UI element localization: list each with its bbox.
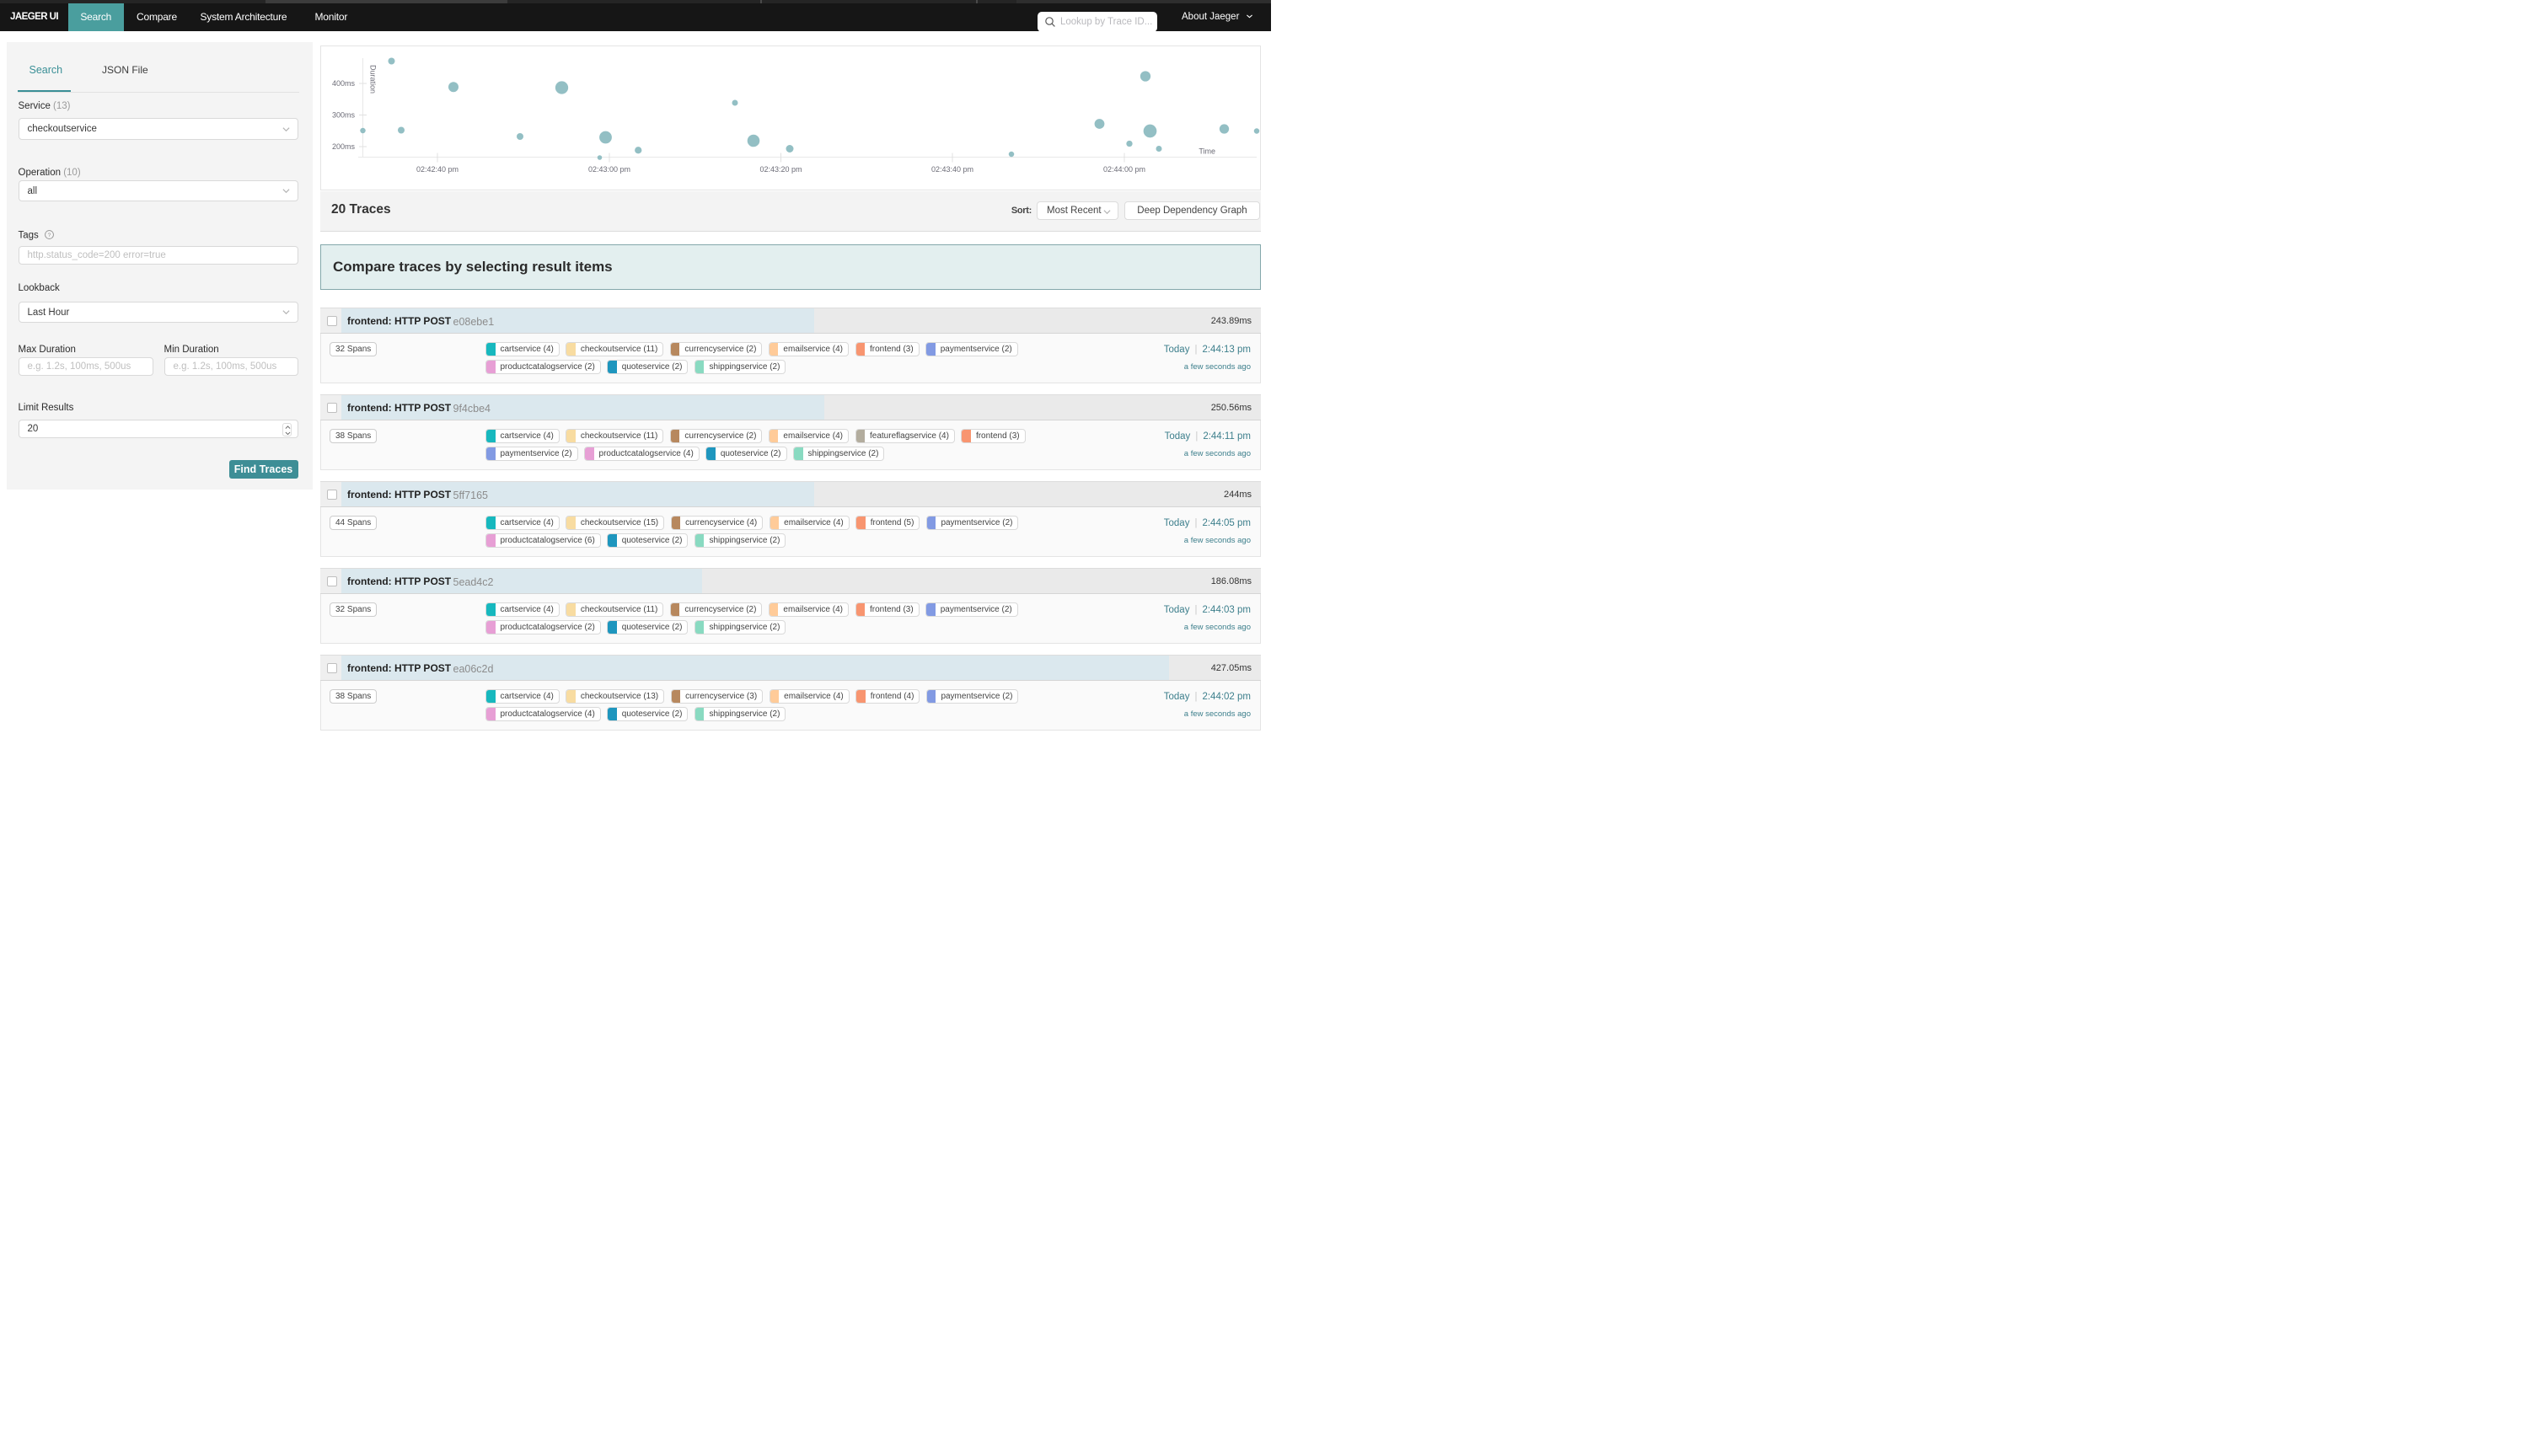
svg-text:?: ? [48, 233, 51, 238]
svg-text:Duration: Duration [369, 65, 378, 94]
svg-text:02:43:00 pm: 02:43:00 pm [588, 165, 630, 174]
svg-text:400ms: 400ms [332, 79, 356, 88]
svg-text:02:43:40 pm: 02:43:40 pm [931, 165, 973, 174]
svg-text:300ms: 300ms [332, 110, 356, 119]
svg-text:200ms: 200ms [332, 142, 356, 151]
svg-text:02:42:40 pm: 02:42:40 pm [416, 165, 459, 174]
svg-text:Time: Time [1199, 147, 1215, 155]
svg-text:02:44:00 pm: 02:44:00 pm [1103, 165, 1145, 174]
svg-text:02:43:20 pm: 02:43:20 pm [759, 165, 802, 174]
